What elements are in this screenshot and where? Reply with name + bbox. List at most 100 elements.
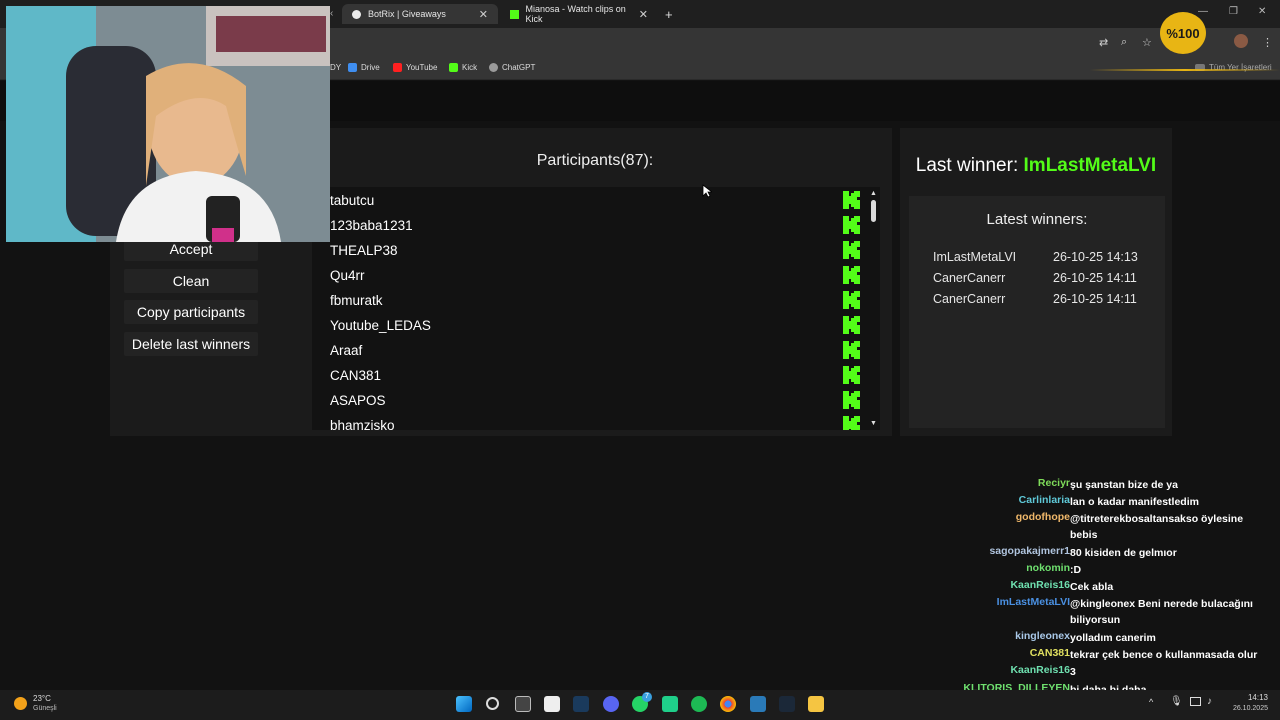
drive-icon <box>348 62 357 72</box>
browser-menu-icon[interactable]: ⋮ <box>1262 36 1273 49</box>
participant-row: fbmuratk <box>330 288 860 313</box>
scroll-thumb[interactable] <box>871 200 876 222</box>
discord-icon[interactable] <box>603 696 619 712</box>
winner-name: CanerCanerr <box>933 271 1006 285</box>
scroll-up-icon[interactable]: ▲ <box>870 190 877 197</box>
last-winner-label: Last winner: <box>915 155 1019 176</box>
chat-username: ImLastMetaLVI <box>996 596 1070 608</box>
chat-message: Reciyr şu şanstan bize de ya <box>964 477 1264 493</box>
streamer-webcam-image <box>6 6 330 242</box>
participant-row: Youtube_LEDAS <box>330 313 860 338</box>
scroll-down-icon[interactable]: ▼ <box>870 420 877 427</box>
close-window-icon[interactable]: ✕ <box>1258 6 1266 17</box>
weather-temp[interactable]: 23°C <box>33 694 51 703</box>
chrome-icon[interactable] <box>720 696 736 712</box>
bookmark-youtube[interactable]: YouTube <box>393 61 437 73</box>
last-winner-name: ImLastMetaLVI <box>1023 155 1157 176</box>
tab-label: BotRix | Giveaways <box>368 9 446 19</box>
display-icon[interactable] <box>1190 697 1201 706</box>
sun-icon <box>14 697 27 710</box>
file-explorer-icon[interactable] <box>808 696 824 712</box>
chat-message: Carlinlaria lan o kadar manifestledim <box>964 494 1264 510</box>
overlay-logo: %100 <box>1160 12 1206 54</box>
app-icon[interactable] <box>662 696 678 712</box>
winner-row: ImLastMetaLVI 26-10-25 14:13 <box>933 250 1163 264</box>
chevron-up-icon[interactable]: ^ <box>1149 697 1153 707</box>
clean-button[interactable]: Clean <box>124 269 258 293</box>
participant-name: ASAPOS <box>330 393 386 408</box>
spotify-icon[interactable] <box>691 696 707 712</box>
participant-row: Araaf <box>330 338 860 363</box>
participant-row: Qu4rr <box>330 263 860 288</box>
kick-logo-icon <box>843 416 860 430</box>
participant-name: Youtube_LEDAS <box>330 318 431 333</box>
translate-icon[interactable]: ⇄ <box>1099 36 1108 49</box>
tab-botrix-giveaways[interactable]: BotRix | Giveaways ✕ <box>342 4 498 24</box>
kick-logo-icon <box>843 291 860 309</box>
kick-logo-icon <box>843 316 860 334</box>
chatgpt-icon <box>489 62 498 72</box>
chat-text: 80 kisiden de gelmıor <box>1070 547 1177 559</box>
maximize-icon[interactable]: ❐ <box>1229 6 1238 17</box>
chat-username: Reciyr <box>1037 477 1070 489</box>
kick-logo-icon <box>843 191 860 209</box>
steam-icon[interactable] <box>779 696 795 712</box>
kick-logo-icon <box>843 391 860 409</box>
winner-date: 26-10-25 14:11 <box>1053 292 1137 306</box>
bookmark-chatgpt[interactable]: ChatGPT <box>489 61 535 73</box>
chat-username: godofhope <box>1015 511 1070 523</box>
winner-name: ImLastMetaLVI <box>933 250 1017 264</box>
steam-icon[interactable] <box>573 696 589 712</box>
minimize-icon[interactable]: — <box>1198 6 1208 17</box>
app-icon[interactable] <box>750 696 766 712</box>
chat-message: CAN381 tekrar çek bence o kullanmasada ol… <box>964 647 1264 663</box>
bookmark-item-partial[interactable]: DY <box>330 61 341 73</box>
bookmark-star-icon[interactable]: ☆ <box>1142 36 1152 49</box>
task-view-icon[interactable] <box>515 696 531 712</box>
participant-name: THEALP38 <box>330 243 398 258</box>
chat-username: sagopakajmerr1 <box>989 545 1070 557</box>
new-tab-button[interactable]: + <box>665 7 673 22</box>
chat-message: KaanReis16 Cek abla <box>964 579 1264 595</box>
bookmark-drive[interactable]: Drive <box>348 61 380 73</box>
zoom-icon[interactable]: ⌕ <box>1121 36 1127 49</box>
participant-name: tabutcu <box>330 193 375 208</box>
close-tab-icon[interactable]: ✕ <box>639 8 648 21</box>
chat-text: @titreterekbosaltansakso öylesine bebis <box>1070 513 1244 541</box>
chat-message: godofhope @titreterekbosaltansakso öylesi… <box>964 511 1264 541</box>
botrix-favicon-icon <box>352 9 361 19</box>
participants-scrollbar[interactable]: ▲ ▼ <box>868 190 878 430</box>
chat-text: yolladım canerim <box>1070 632 1156 644</box>
chat-text: Cek abla <box>1070 581 1114 593</box>
bookmark-kick[interactable]: Kick <box>449 61 477 73</box>
windows-start-icon[interactable] <box>456 696 472 712</box>
mouse-cursor-icon <box>702 184 712 198</box>
capcut-icon[interactable] <box>544 696 560 712</box>
weather-desc[interactable]: Güneşli <box>33 705 57 712</box>
all-bookmarks[interactable]: Tüm Yer İşaretleri <box>1195 61 1272 73</box>
participant-row: bhamzisko <box>330 413 860 430</box>
chat-message: sagopakajmerr1 80 kisiden de gelmıor <box>964 545 1264 561</box>
participant-name: bhamzisko <box>330 418 395 430</box>
winner-date: 26-10-25 14:11 <box>1053 271 1137 285</box>
participants-list[interactable]: tabutcu 123baba1231 THEALP38 Qu4rr fbmuratk Y… <box>312 187 880 430</box>
profile-avatar[interactable] <box>1234 34 1248 48</box>
volume-icon[interactable]: ♪ <box>1207 696 1212 707</box>
microphone-icon[interactable]: 🎙 <box>1170 696 1183 707</box>
chat-text: lan o kadar manifestledim <box>1070 496 1199 508</box>
tab-mianosa-kick[interactable]: Mianosa - Watch clips on Kick ✕ <box>500 4 658 24</box>
clock-date[interactable]: 26.10.2025 <box>1224 705 1268 712</box>
tab-label: Mianosa - Watch clips on Kick <box>525 4 626 24</box>
chat-text: :D <box>1070 564 1082 576</box>
chat-username: kingleonex <box>1015 630 1070 642</box>
close-tab-icon[interactable]: ✕ <box>479 8 488 21</box>
winner-name: CanerCanerr <box>933 292 1006 306</box>
participant-row: THEALP38 <box>330 238 860 263</box>
tab-scroll-left-icon[interactable]: ‹ <box>330 8 333 19</box>
delete-last-winners-button[interactable]: Delete last winners <box>124 332 258 356</box>
participant-row: ASAPOS <box>330 388 860 413</box>
clock-time[interactable]: 14:13 <box>1238 693 1268 702</box>
search-icon[interactable] <box>486 697 499 710</box>
chat-message: ImLastMetaLVI @kingleonex Beni nerede bul… <box>964 596 1264 626</box>
copy-participants-button[interactable]: Copy participants <box>124 300 258 324</box>
